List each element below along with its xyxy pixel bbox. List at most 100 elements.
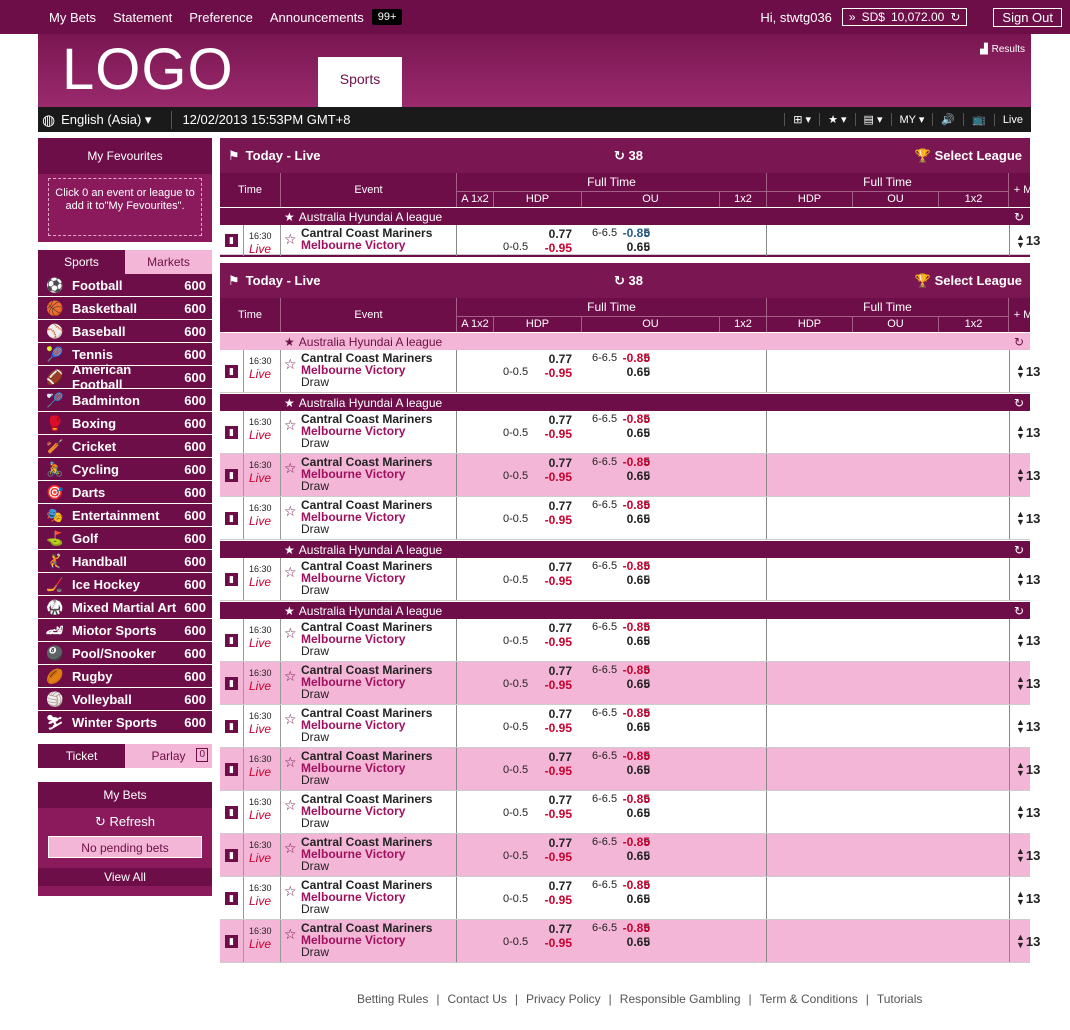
language-select[interactable]: English (Asia) ▾ (61, 112, 151, 128)
under-odds[interactable]: 0.65 (610, 892, 650, 906)
under-odds[interactable]: 0.65 (610, 240, 650, 254)
star-outline-icon[interactable]: ☆ (284, 461, 297, 475)
select-league-button[interactable]: 🏆 Select League (915, 273, 1022, 289)
stats-icon[interactable]: ▮ (220, 877, 244, 919)
under-odds[interactable]: 0.65 (610, 935, 650, 949)
hdp-home-odds[interactable]: 0.77 (457, 836, 572, 850)
over-odds[interactable]: -0.85 (610, 878, 650, 892)
footer-link[interactable]: Term & Conditions (760, 992, 858, 1006)
sound-icon[interactable]: 🔊 (932, 113, 963, 126)
more-markets[interactable]: ▲ ▼ 13 (1009, 350, 1053, 392)
sport-item[interactable]: 🏉 Rugby 600 (38, 665, 212, 688)
star-outline-icon[interactable]: ☆ (284, 884, 297, 898)
stats-icon[interactable]: ▮ (220, 411, 244, 453)
hdp-home-odds[interactable]: 0.77 (457, 664, 572, 678)
over-odds[interactable]: -0.85 (610, 792, 650, 806)
over-odds[interactable]: -0.85 (610, 455, 650, 469)
more-button[interactable]: + More (1009, 298, 1053, 332)
under-odds[interactable]: 0.65 (610, 763, 650, 777)
sport-item[interactable]: 🏐 Volleyball 600 (38, 688, 212, 711)
star-outline-icon[interactable]: ☆ (284, 232, 297, 246)
favourites-button[interactable]: ★ ▾ (819, 113, 854, 126)
stats-icon[interactable]: ▮ (220, 705, 244, 747)
add-view-button[interactable]: ⊞ ▾ (784, 113, 819, 126)
league-row[interactable]: ★ Australia Hyundai A league ↻ (220, 601, 1030, 619)
footer-link[interactable]: Responsible Gambling (620, 992, 741, 1006)
more-markets[interactable]: ▲ ▼ 13 (1009, 619, 1053, 661)
stats-icon[interactable]: ▮ (220, 558, 244, 600)
star-outline-icon[interactable]: ☆ (284, 418, 297, 432)
sport-item[interactable]: 🏎 Miotor Sports 600 (38, 619, 212, 642)
hdp-home-odds[interactable]: 0.77 (457, 879, 572, 893)
more-markets[interactable]: ▲ ▼ 13 (1009, 558, 1053, 600)
over-odds[interactable]: -0.85 (610, 921, 650, 935)
more-button[interactable]: + More (1009, 173, 1053, 207)
more-markets[interactable]: ▲ ▼ 13 (1009, 748, 1053, 790)
sport-item[interactable]: 🥊 Boxing 600 (38, 412, 212, 435)
over-odds[interactable]: -0.85 (610, 559, 650, 573)
star-icon[interactable]: ★ (284, 210, 295, 224)
stats-icon[interactable]: ▮ (220, 225, 244, 256)
star-icon[interactable]: ★ (284, 396, 295, 410)
over-odds[interactable]: -0.85 (610, 706, 650, 720)
tv-icon[interactable]: 📺 (963, 113, 994, 126)
footer-link[interactable]: Contact Us (448, 992, 507, 1006)
under-odds[interactable]: 0.65 (610, 469, 650, 483)
over-odds[interactable]: -0.85 (610, 226, 650, 240)
more-markets[interactable]: ▲ ▼ 13 (1009, 877, 1053, 919)
select-league-button[interactable]: 🏆 Select League (915, 148, 1022, 164)
live-count[interactable]: ↻ 38 (614, 148, 643, 164)
stats-icon[interactable]: ▮ (220, 454, 244, 496)
more-markets[interactable]: ▲ ▼ 13 (1009, 834, 1053, 876)
hdp-home-odds[interactable]: 0.77 (457, 352, 572, 366)
more-markets[interactable]: ▲ ▼ 13 (1009, 791, 1053, 833)
stats-icon[interactable]: ▮ (220, 350, 244, 392)
over-odds[interactable]: -0.85 (610, 835, 650, 849)
hdp-home-odds[interactable]: 0.77 (457, 456, 572, 470)
tab-ticket[interactable]: Ticket (38, 744, 125, 768)
sport-item[interactable]: 🏈 American Football 600 (38, 362, 212, 392)
under-odds[interactable]: 0.65 (610, 365, 650, 379)
hdp-home-odds[interactable]: 0.77 (457, 499, 572, 513)
more-markets[interactable]: ▲ ▼ 13 (1009, 662, 1053, 704)
star-icon[interactable]: ★ (284, 604, 295, 618)
star-outline-icon[interactable]: ☆ (284, 841, 297, 855)
hdp-home-odds[interactable]: 0.77 (457, 922, 572, 936)
star-outline-icon[interactable]: ☆ (284, 669, 297, 683)
statement-link[interactable]: Statement (113, 10, 172, 25)
refresh-icon[interactable]: ↻ (1014, 335, 1024, 349)
sign-out-button[interactable]: Sign Out (993, 7, 1062, 27)
under-odds[interactable]: 0.65 (610, 720, 650, 734)
sport-item[interactable]: 🎭 Entertainment 600 (38, 504, 212, 527)
hdp-home-odds[interactable]: 0.77 (457, 793, 572, 807)
stats-icon[interactable]: ▮ (220, 791, 244, 833)
preference-link[interactable]: Preference (189, 10, 253, 25)
over-odds[interactable]: -0.85 (610, 498, 650, 512)
under-odds[interactable]: 0.65 (610, 573, 650, 587)
over-odds[interactable]: -0.85 (610, 749, 650, 763)
live-count[interactable]: ↻ 38 (614, 273, 643, 289)
more-markets[interactable]: ▲ ▼ 13 (1009, 920, 1053, 962)
refresh-button[interactable]: ↻ Refresh (38, 814, 212, 830)
stats-icon[interactable]: ▮ (220, 748, 244, 790)
stats-icon[interactable]: ▮ (220, 619, 244, 661)
refresh-icon[interactable]: ↻ (1014, 604, 1024, 618)
star-icon[interactable]: ★ (284, 335, 295, 349)
tab-parlay[interactable]: Parlay 0 (125, 744, 212, 768)
more-markets[interactable]: ▲ ▼ 13 (1009, 454, 1053, 496)
announcements-link[interactable]: Announcements (270, 10, 364, 25)
sport-item[interactable]: 🎯 Darts 600 (38, 481, 212, 504)
footer-link[interactable]: Betting Rules (357, 992, 428, 1006)
sport-item[interactable]: 🏀 Basketball 600 (38, 297, 212, 320)
league-row[interactable]: ★ Australia Hyundai A league ↻ (220, 393, 1030, 411)
stats-icon[interactable]: ▮ (220, 662, 244, 704)
refresh-icon[interactable]: ↻ (1014, 396, 1024, 410)
star-outline-icon[interactable]: ☆ (284, 504, 297, 518)
sport-item[interactable]: ⚾ Baseball 600 (38, 320, 212, 343)
stats-icon[interactable]: ▮ (220, 920, 244, 962)
stats-icon[interactable]: ▮ (220, 834, 244, 876)
star-outline-icon[interactable]: ☆ (284, 755, 297, 769)
star-outline-icon[interactable]: ☆ (284, 565, 297, 579)
league-row[interactable]: ★ Australia Hyundai A league ↻ (220, 540, 1030, 558)
star-outline-icon[interactable]: ☆ (284, 798, 297, 812)
